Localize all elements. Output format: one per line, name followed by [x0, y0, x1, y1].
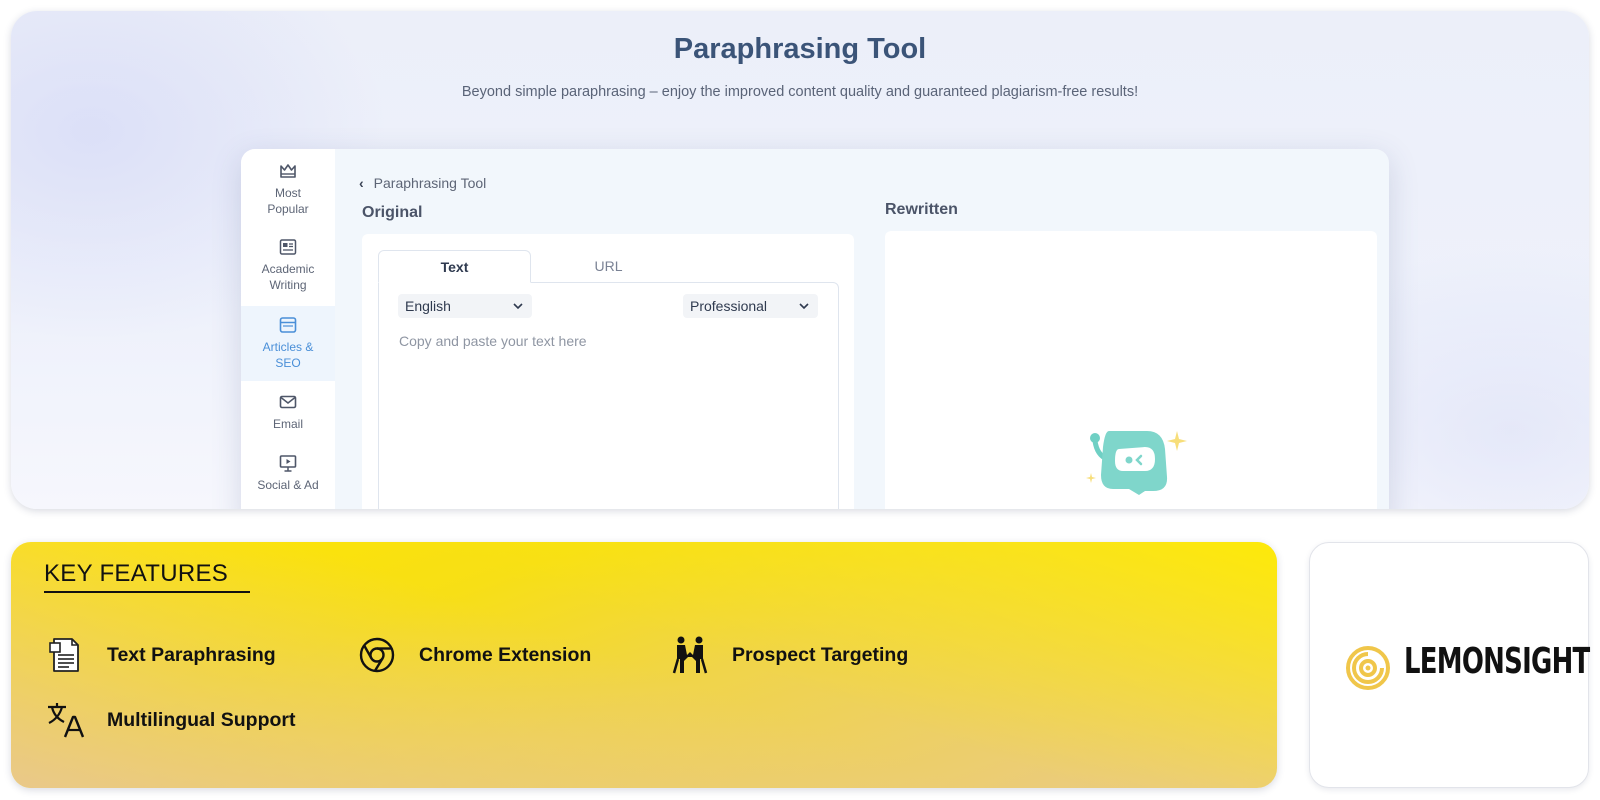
presentation-icon [279, 455, 297, 472]
language-select-value: English [405, 298, 451, 314]
hero-subtitle: Beyond simple paraphrasing – enjoy the i… [461, 84, 1139, 100]
feature-label: Multilingual Support [107, 708, 296, 731]
tab-url[interactable]: URL [532, 250, 685, 283]
feature-label: Prospect Targeting [732, 643, 909, 666]
document-icon [49, 638, 79, 672]
chevron-left-icon[interactable]: ‹ [359, 175, 364, 191]
robot-mascot-icon [1086, 431, 1187, 495]
sidebar-item-label: Writing [269, 278, 307, 292]
feature-text-paraphrasing: Text Paraphrasing [45, 635, 276, 675]
tone-select[interactable]: Professional [683, 294, 818, 318]
original-label: Original [362, 204, 423, 221]
key-features-card: KEY FEATURES Text Paraphrasing Chrome Ex… [11, 542, 1277, 788]
feature-label: Text Paraphrasing [107, 643, 276, 666]
breadcrumb[interactable]: ‹ Paraphrasing Tool [359, 175, 486, 191]
hero-section: Paraphrasing Tool Beyond simple paraphra… [11, 11, 1589, 509]
crown-icon [280, 164, 296, 178]
sidebar-item-most-popular[interactable]: Most Popular [241, 159, 335, 229]
envelope-icon [279, 395, 297, 409]
hero-title: Paraphrasing Tool [673, 33, 927, 65]
sidebar-item-label: SEO [275, 356, 301, 370]
language-select[interactable]: English [398, 294, 532, 318]
paraphrasing-app-preview: Most Popular Academic Writing Articles &… [241, 149, 1389, 509]
newspaper-icon [279, 239, 297, 255]
chevron-down-icon [799, 303, 809, 310]
original-panel: Text URL English Professional Copy and p… [362, 234, 854, 509]
tab-text[interactable]: Text [378, 250, 531, 283]
lemonsight-logo-wordmark: LEMONSIGHT [1404, 641, 1590, 682]
tone-select-value: Professional [690, 298, 768, 314]
category-sidebar: Most Popular Academic Writing Articles &… [241, 149, 335, 509]
sidebar-item-label: Articles & [262, 340, 314, 354]
sidebar-item-label: Email [272, 417, 303, 431]
sidebar-item-label: Academic [261, 262, 315, 276]
sidebar-item-label: Popular [267, 202, 309, 216]
chrome-icon [359, 637, 395, 673]
handshake-people-icon [672, 636, 708, 674]
feature-chrome-extension: Chrome Extension [357, 635, 591, 675]
brand-logo-card: LEMONSIGHT [1309, 542, 1590, 788]
sidebar-item-articles-seo[interactable]: Articles & SEO [241, 306, 335, 381]
text-editor[interactable]: English Professional Copy and paste your… [378, 282, 839, 509]
translate-icon [48, 703, 85, 738]
sidebar-item-email[interactable]: Email [241, 390, 335, 438]
feature-prospect-targeting: Prospect Targeting [670, 635, 908, 675]
sidebar-item-label: Social & Ad [257, 478, 319, 492]
sidebar-item-academic-writing[interactable]: Academic Writing [241, 233, 335, 301]
key-features-title: KEY FEATURES [44, 560, 250, 593]
sidebar-item-social-ad[interactable]: Social & Ad [241, 451, 335, 499]
input-placeholder[interactable]: Copy and paste your text here [399, 333, 587, 349]
browser-window-icon [279, 317, 297, 333]
feature-multilingual-support: Multilingual Support [45, 700, 295, 740]
lemonsight-logo-icon [1346, 646, 1390, 690]
rewritten-label: Rewritten [885, 201, 958, 218]
sidebar-item-label: Most [274, 186, 301, 200]
breadcrumb-label: Paraphrasing Tool [373, 175, 487, 191]
chevron-down-icon [513, 303, 523, 310]
feature-label: Chrome Extension [419, 643, 592, 666]
